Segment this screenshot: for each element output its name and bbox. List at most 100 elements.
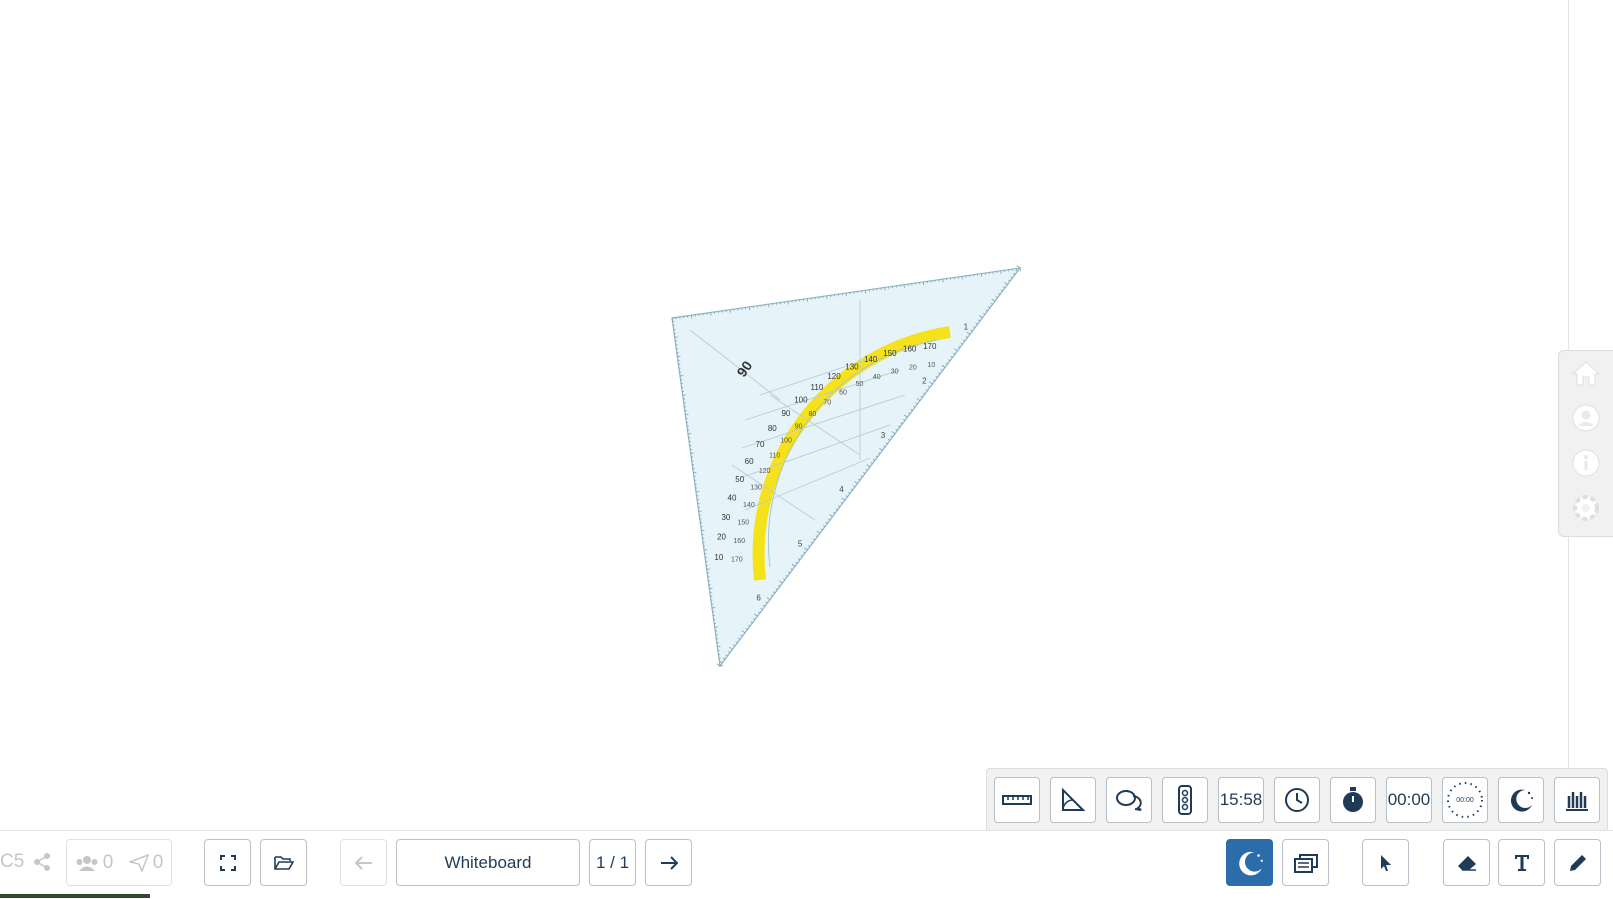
inner-scale-label: 30 [891, 368, 899, 375]
board-title-button[interactable]: Whiteboard [396, 839, 580, 886]
outer-scale-label: 50 [735, 475, 744, 484]
share-icon[interactable] [32, 852, 52, 872]
widgets-toggle-button[interactable] [1226, 839, 1273, 886]
inner-scale-label: 140 [743, 502, 755, 509]
edge-scale-label: 5 [798, 539, 803, 548]
moon-icon [1507, 786, 1535, 814]
chat-button[interactable] [1106, 777, 1152, 823]
edge-scale-label: 6 [756, 594, 761, 603]
text-tool-button[interactable] [1498, 839, 1545, 886]
inner-scale-label: 160 [733, 538, 745, 545]
clock-icon [1284, 787, 1310, 813]
user-icon[interactable] [1569, 401, 1603, 435]
room-code: C5 [0, 851, 24, 873]
analog-clock-button[interactable] [1274, 777, 1320, 823]
inner-scale-label: 170 [731, 556, 743, 563]
outer-scale-label: 40 [728, 494, 737, 503]
folder-open-icon [274, 855, 294, 871]
set-square-button[interactable] [1050, 777, 1096, 823]
layers-icon [1293, 851, 1319, 875]
equalizer-icon [1564, 788, 1590, 812]
select-tool-button[interactable] [1362, 839, 1409, 886]
home-icon[interactable] [1569, 356, 1603, 390]
stopwatch-button[interactable]: 00:00 [1386, 777, 1432, 823]
pen-icon [1569, 854, 1587, 872]
inner-scale-label: 110 [769, 452, 780, 459]
outer-scale-label: 80 [768, 424, 777, 433]
window-bottom-strip-right [150, 894, 1613, 898]
inner-scale-label: 60 [839, 390, 847, 397]
inner-scale-label: 150 [737, 520, 749, 527]
traffic-light-icon [1178, 785, 1192, 815]
arrow-left-icon [355, 856, 373, 870]
page-indicator[interactable]: 1 / 1 [589, 839, 636, 886]
bottom-toolbar: C5 0 0 Whiteboard 1 / 1 [0, 830, 1613, 899]
widget-palette: 15:58 00:00 00:00 [986, 768, 1608, 832]
inner-scale-label: 80 [809, 411, 817, 418]
outer-scale-label: 70 [756, 440, 765, 449]
night-mode-button[interactable] [1498, 777, 1544, 823]
users-icon [75, 854, 99, 872]
outer-scale-label: 90 [781, 409, 790, 418]
set-square-icon [1060, 787, 1086, 813]
outer-scale-label: 130 [845, 363, 859, 372]
outer-scale-label: 170 [923, 342, 937, 351]
outer-scale-label: 30 [721, 513, 730, 522]
eraser-icon [1457, 855, 1477, 871]
inner-scale-label: 40 [873, 374, 881, 381]
gear-icon[interactable] [1569, 491, 1603, 525]
outer-scale-label: 110 [811, 383, 824, 392]
text-icon [1514, 854, 1530, 872]
outer-scale-label: 160 [903, 345, 917, 354]
room-info: C5 [0, 851, 52, 873]
ruler-button[interactable] [994, 777, 1040, 823]
participants-count: 0 [103, 852, 114, 874]
edge-scale-label: 4 [839, 485, 844, 494]
cursor-icon [1379, 854, 1393, 872]
inner-scale-label: 130 [750, 485, 762, 492]
open-file-button[interactable] [260, 839, 307, 886]
side-menu [1558, 350, 1613, 537]
stopwatch-icon [1341, 786, 1365, 814]
timer-button[interactable] [1330, 777, 1376, 823]
arrow-right-icon [660, 856, 678, 870]
fullscreen-icon [220, 855, 236, 871]
digital-clock-button[interactable]: 15:58 [1218, 777, 1264, 823]
outer-scale-label: 20 [717, 533, 726, 542]
chat-bubbles-icon [1115, 788, 1143, 812]
previous-page-button[interactable] [340, 839, 387, 886]
inner-scale-label: 20 [909, 364, 917, 371]
inner-scale-label: 100 [780, 437, 792, 444]
pen-tool-button[interactable] [1554, 839, 1601, 886]
send-icon [129, 854, 149, 872]
outer-scale-label: 150 [883, 349, 897, 358]
participants-widget[interactable]: 0 0 [66, 839, 172, 886]
edge-scale-label: 2 [922, 377, 927, 386]
backgrounds-button[interactable] [1282, 839, 1329, 886]
moon-icon [1235, 848, 1265, 878]
inner-scale-label: 70 [823, 400, 831, 407]
info-icon[interactable] [1569, 446, 1603, 480]
set-square-tool[interactable]: 90 1020304050607080901001101201301401501… [660, 262, 1040, 682]
edge-scale-label: 3 [881, 431, 886, 440]
eraser-tool-button[interactable] [1443, 839, 1490, 886]
inner-scale-label: 50 [856, 381, 864, 388]
sound-level-button[interactable] [1554, 777, 1600, 823]
messages-count: 0 [153, 852, 164, 874]
random-timer-button[interactable]: 00:00 [1442, 777, 1488, 823]
inner-scale-label: 90 [795, 424, 803, 431]
inner-scale-label: 10 [927, 362, 935, 369]
traffic-light-button[interactable] [1162, 777, 1208, 823]
edge-scale-label: 1 [964, 322, 969, 331]
next-page-button[interactable] [645, 839, 692, 886]
random-timer-label: 00:00 [1456, 797, 1474, 804]
outer-scale-label: 60 [745, 457, 754, 466]
ruler-icon [1002, 794, 1032, 806]
fullscreen-button[interactable] [204, 839, 251, 886]
outer-scale-label: 10 [714, 553, 723, 562]
participants-counter: 0 [75, 852, 114, 874]
outer-scale-label: 100 [794, 395, 808, 404]
outer-scale-label: 140 [864, 355, 878, 364]
outer-scale-label: 120 [827, 372, 841, 381]
inner-scale-label: 120 [759, 468, 771, 475]
